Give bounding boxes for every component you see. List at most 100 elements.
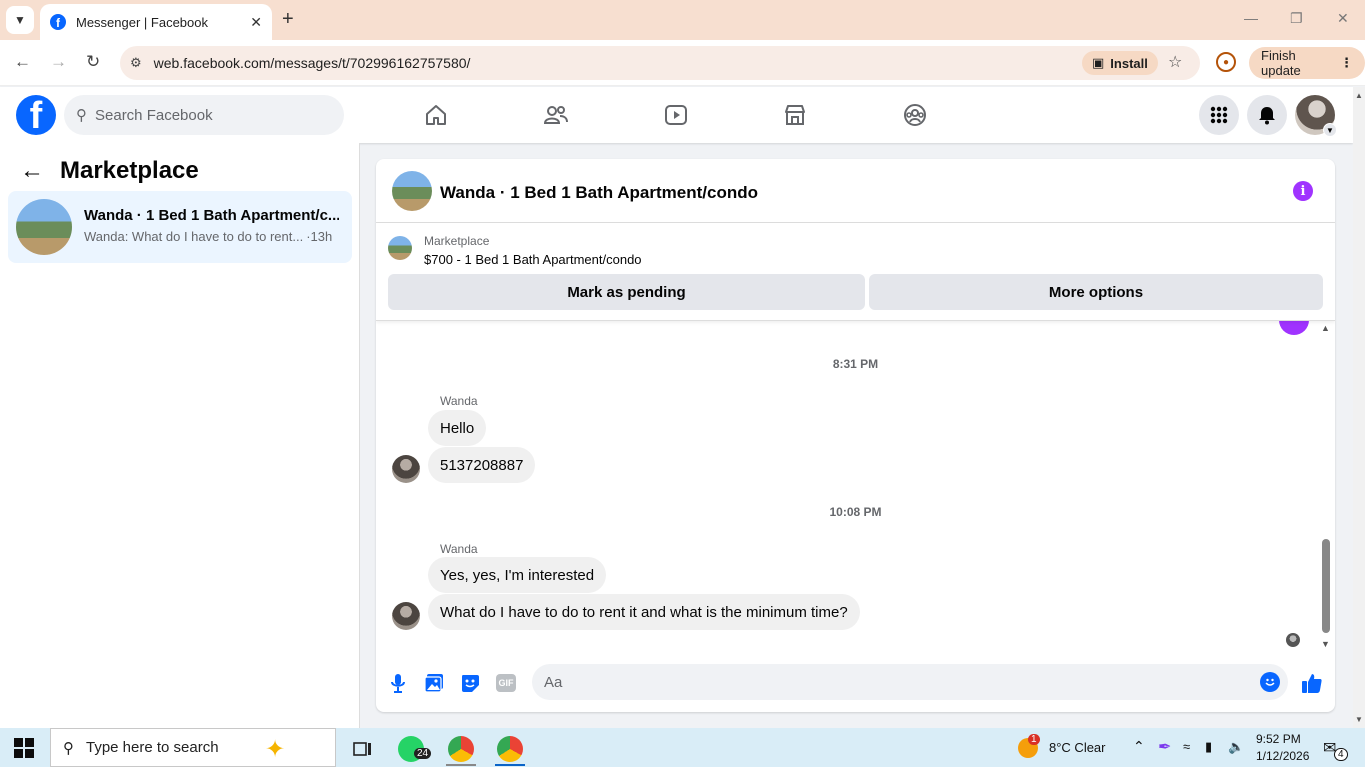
- clock-date[interactable]: 1/12/2026: [1256, 749, 1309, 763]
- minimize-icon[interactable]: —: [1244, 10, 1258, 26]
- speaker-muted-icon[interactable]: 🔈: [1228, 739, 1244, 755]
- chat-title[interactable]: Wanda · 1 Bed 1 Bath Apartment/condo: [440, 183, 758, 203]
- listing-card: Marketplace $700 - 1 Bed 1 Bath Apartmen…: [376, 223, 1335, 321]
- menu-grid-icon[interactable]: [1199, 95, 1239, 135]
- gif-icon[interactable]: GIF: [494, 671, 518, 695]
- chat-header: Wanda · 1 Bed 1 Bath Apartment/condo i: [376, 159, 1335, 223]
- chat-listing-thumbnail[interactable]: [392, 171, 432, 211]
- seen-avatar-icon: [1286, 633, 1300, 647]
- friends-icon[interactable]: [542, 101, 570, 129]
- sticker-icon[interactable]: [458, 671, 482, 695]
- page-scrollbar[interactable]: ▲ ▼: [1353, 87, 1365, 728]
- notification-count: 4: [1334, 748, 1348, 761]
- sidebar-title: Marketplace: [60, 157, 199, 184]
- home-icon[interactable]: [422, 101, 450, 129]
- weather-text[interactable]: 8°C Clear: [1049, 740, 1106, 755]
- wifi-icon[interactable]: ≈: [1183, 739, 1190, 754]
- clock-time[interactable]: 9:52 PM: [1256, 732, 1301, 746]
- whatsapp-badge: 24: [414, 748, 432, 759]
- site-settings-icon[interactable]: ⚙: [130, 55, 142, 71]
- message-input-box[interactable]: [532, 664, 1288, 700]
- emoji-icon[interactable]: [1260, 672, 1280, 692]
- mark-as-pending-button[interactable]: Mark as pending: [388, 274, 865, 310]
- install-icon: ▣: [1092, 55, 1105, 70]
- facebook-logo-icon[interactable]: f: [16, 95, 56, 135]
- conversation-item[interactable]: Wanda · 1 Bed 1 Bath Apartment/c... Wand…: [8, 191, 352, 263]
- gif-label: GIF: [496, 674, 516, 692]
- windows-taskbar: ⚲ Type here to search ✦ 24 1 8°C Clear ⌃…: [0, 728, 1365, 767]
- message-input[interactable]: [544, 673, 1234, 691]
- browser-toolbar: ← → ↻ ⚙ web.facebook.com/messages/t/7029…: [0, 40, 1365, 86]
- chevron-up-icon[interactable]: ⌃: [1133, 738, 1145, 755]
- chrome-profile-icon[interactable]: [497, 736, 523, 762]
- window-close-icon[interactable]: ✕: [1337, 10, 1349, 27]
- message-list: 8:31 PM Wanda Hello 5137208887 10:08 PM …: [376, 309, 1335, 651]
- finish-update-label: Finish update: [1261, 48, 1301, 78]
- install-button[interactable]: ▣ Install: [1082, 51, 1158, 75]
- message-bubble[interactable]: Hello: [428, 410, 487, 446]
- listing-source-label: Marketplace: [424, 234, 490, 248]
- listing-thumbnail: [16, 199, 72, 255]
- info-icon[interactable]: i: [1293, 181, 1313, 201]
- conversation-snippet: Wanda: What do I have to do to rent... ·…: [84, 229, 332, 244]
- message-bubble[interactable]: What do I have to do to rent it and what…: [428, 594, 860, 630]
- restore-icon[interactable]: ❐: [1290, 10, 1303, 27]
- more-options-button[interactable]: More options: [869, 274, 1323, 310]
- message-bubble[interactable]: 5137208887: [428, 447, 536, 483]
- address-bar[interactable]: ⚙ web.facebook.com/messages/t/7029961627…: [120, 46, 1200, 80]
- notifications-bell-icon[interactable]: [1247, 95, 1287, 135]
- scroll-down-icon[interactable]: ▼: [1321, 639, 1330, 649]
- photo-icon[interactable]: [422, 671, 446, 695]
- message-sender: Wanda: [440, 394, 478, 408]
- microphone-icon[interactable]: [386, 671, 410, 695]
- back-arrow-icon[interactable]: ←: [14, 52, 31, 72]
- scroll-thumb[interactable]: [1322, 539, 1330, 633]
- marketplace-sidebar: ← Marketplace Wanda · 1 Bed 1 Bath Apart…: [0, 143, 360, 728]
- message-composer: GIF: [376, 659, 1335, 707]
- sender-avatar[interactable]: [392, 455, 420, 483]
- facebook-search[interactable]: ⚲: [64, 95, 344, 135]
- browser-tab-bar: ▼ f Messenger | Facebook ✕ + — ❐ ✕: [0, 0, 1365, 40]
- pen-icon[interactable]: ✒: [1158, 737, 1171, 757]
- browser-tab[interactable]: f Messenger | Facebook ✕: [40, 4, 272, 40]
- forward-arrow-icon[interactable]: →: [50, 52, 67, 72]
- finish-update-button[interactable]: Finish update ⋮: [1249, 47, 1365, 79]
- groups-icon[interactable]: [901, 101, 929, 129]
- listing-price-title[interactable]: $700 - 1 Bed 1 Bath Apartment/condo: [424, 252, 642, 267]
- marketplace-icon[interactable]: [781, 101, 809, 129]
- taskbar-search-text: Type here to search: [86, 739, 219, 756]
- browser-profile-icon[interactable]: ●: [1216, 52, 1236, 72]
- scroll-down-icon[interactable]: ▼: [1355, 715, 1363, 724]
- battery-icon[interactable]: ▮: [1205, 739, 1212, 755]
- sender-avatar[interactable]: [392, 602, 420, 630]
- search-input[interactable]: [95, 106, 315, 124]
- active-indicator: [495, 764, 525, 766]
- sidebar-header: ← Marketplace: [20, 157, 199, 185]
- tab-search-dropdown[interactable]: ▼: [6, 6, 34, 34]
- listing-small-thumbnail: [388, 236, 412, 260]
- message-bubble[interactable]: Yes, yes, I'm interested: [428, 557, 607, 593]
- taskbar-search[interactable]: ⚲ Type here to search ✦: [50, 728, 336, 767]
- copilot-sparkle-icon[interactable]: ✦: [265, 735, 285, 764]
- facebook-header: f ⚲ ▼: [0, 87, 1353, 143]
- account-avatar[interactable]: ▼: [1295, 95, 1337, 137]
- windows-start-icon[interactable]: [14, 738, 34, 758]
- tab-title: Messenger | Facebook: [76, 14, 208, 30]
- facebook-favicon-icon: f: [50, 14, 66, 30]
- video-icon[interactable]: [662, 101, 690, 129]
- tab-close-icon[interactable]: ✕: [250, 14, 262, 31]
- bookmark-star-icon[interactable]: ☆: [1168, 52, 1182, 72]
- scroll-up-icon[interactable]: ▲: [1321, 323, 1330, 333]
- conversation-last-message: Wanda: What do I have to do to rent...: [84, 229, 304, 244]
- scroll-up-icon[interactable]: ▲: [1355, 91, 1363, 100]
- new-tab-icon[interactable]: +: [282, 8, 294, 31]
- chat-scrollbar[interactable]: ▲ ▼: [1320, 321, 1332, 651]
- thumbs-up-icon[interactable]: [1300, 671, 1324, 695]
- kebab-menu-icon: ⋮: [1340, 55, 1353, 70]
- reload-icon[interactable]: ↻: [86, 52, 100, 72]
- back-arrow-icon[interactable]: ←: [20, 157, 44, 185]
- task-view-icon[interactable]: [350, 736, 376, 762]
- chrome-icon[interactable]: [448, 736, 474, 762]
- url-text: web.facebook.com/messages/t/702996162757…: [153, 55, 471, 71]
- conversation-name: Wanda · 1 Bed 1 Bath Apartment/c...: [84, 207, 339, 224]
